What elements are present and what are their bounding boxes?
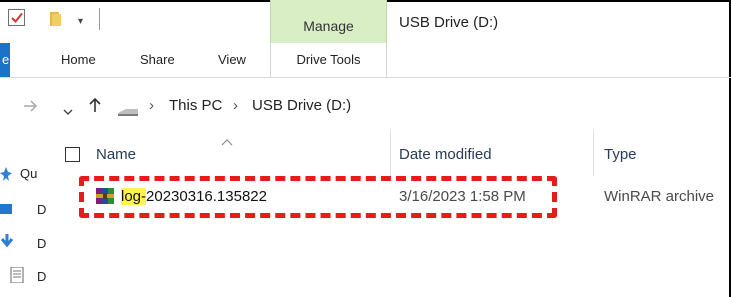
properties-check-icon[interactable] [8,9,25,26]
column-header-date-modified[interactable]: Date modified [399,146,492,163]
tab-home[interactable]: Home [61,52,96,67]
forward-arrow-icon[interactable] [24,99,38,117]
breadcrumb-separator: › [233,97,238,114]
annotation-highlight-box [79,176,557,218]
tab-drive-tools[interactable]: Drive Tools [270,43,387,77]
nav-quick-access[interactable]: Qu [20,166,37,181]
downloads-icon [0,234,14,248]
tab-share[interactable]: Share [140,52,175,67]
column-header-type[interactable]: Type [604,146,637,163]
desktop-icon [0,203,14,217]
window-title: USB Drive (D:) [399,14,499,31]
select-all-checkbox[interactable] [65,147,80,162]
sort-ascending-icon [221,133,233,146]
nav-desktop[interactable]: D [37,202,46,217]
documents-icon [10,266,24,284]
file-type: WinRAR archive [604,188,715,205]
manage-tab-group[interactable]: Manage [270,0,387,43]
column-divider[interactable] [593,130,594,176]
up-arrow-icon[interactable] [89,97,101,118]
usb-drive-icon [116,104,140,122]
new-folder-icon[interactable] [50,12,63,26]
breadcrumb-usb-drive[interactable]: USB Drive (D:) [252,97,351,114]
customize-quick-access-dropdown[interactable]: ▾ [78,16,83,27]
nav-documents[interactable]: D [37,269,46,284]
tab-view[interactable]: View [218,52,246,67]
column-header-name[interactable]: Name [96,146,136,163]
column-divider[interactable] [390,130,391,176]
file-tab-label: e [2,52,10,67]
drive-tools-label: Drive Tools [296,52,361,67]
breadcrumb-separator: › [149,97,154,114]
quick-access-star-icon [0,167,14,181]
recent-locations-chevron-icon[interactable] [63,103,73,121]
toolbar-divider [99,8,100,30]
manage-label: Manage [303,18,354,34]
breadcrumb-this-pc[interactable]: This PC [169,97,222,114]
file-tab[interactable]: e [0,43,10,77]
ribbon-divider [0,77,731,78]
nav-downloads[interactable]: D [37,236,46,251]
